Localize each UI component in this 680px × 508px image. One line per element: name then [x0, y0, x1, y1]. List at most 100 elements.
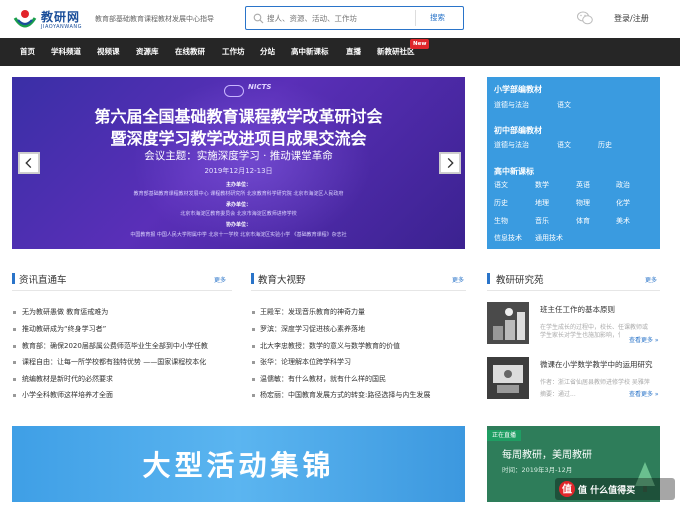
logo-mark-icon [13, 10, 37, 28]
vision-item[interactable]: 王殿军：发现音乐教育的神奇力量 [260, 307, 465, 317]
banner-prev-arrow-icon[interactable] [18, 152, 40, 174]
nav-live[interactable]: 直播 [346, 38, 361, 66]
nav-high-school-standard[interactable]: 高中新课标 [291, 38, 329, 66]
news-item[interactable]: 小学全科教师这样培养才全面 [22, 390, 232, 400]
bullet-dot [252, 311, 255, 314]
vision-item[interactable]: 北大李忠教授：数学的意义与数学教育的价值 [260, 341, 465, 351]
research-item-title[interactable]: 微课在小学数学教学中的运用研究 [540, 359, 660, 370]
high-subject-link[interactable]: 音乐 [535, 216, 549, 226]
middle-subject-link[interactable]: 历史 [598, 140, 612, 150]
search-input[interactable] [267, 10, 427, 26]
high-school-standard-title[interactable]: 高中新课标 [494, 166, 534, 177]
bullet-dot [13, 394, 16, 397]
nav-workshop[interactable]: 工作坊 [222, 38, 245, 66]
event-title: 大型活动集锦 [142, 449, 335, 482]
vision-item[interactable]: 温儒敏：有什么教材，就有什么样的国民 [260, 374, 465, 384]
high-subject-link[interactable]: 地理 [535, 198, 549, 208]
high-subject-link[interactable]: 体育 [576, 216, 590, 226]
news-item[interactable]: 教育部：确保2020届部属公费师范毕业生全部到中小学任教 [22, 341, 232, 351]
research-more-link[interactable]: 更多 [645, 275, 657, 284]
news-more-link[interactable]: 更多 [214, 275, 226, 284]
search-button[interactable]: 搜索 [415, 10, 459, 26]
login-register-link[interactable]: 登录/注册 [614, 13, 649, 24]
wechat-icon[interactable] [577, 11, 593, 25]
high-subject-link[interactable]: 英语 [576, 180, 590, 190]
live-badge: 正在直播 [487, 430, 522, 441]
research-section-title: 教研研究苑 [496, 275, 544, 286]
vision-more-link[interactable]: 更多 [452, 275, 464, 284]
middle-subject-link[interactable]: 道德与法治 [494, 140, 529, 150]
primary-subject-link[interactable]: 语文 [557, 100, 571, 110]
bullet-dot [13, 378, 16, 381]
research-item-desc: 学生家长对学生也施加影响，但... [540, 332, 620, 339]
bullet-dot [252, 328, 255, 331]
high-subject-link[interactable]: 通用技术 [535, 233, 563, 243]
new-badge: New [410, 39, 430, 49]
middle-subject-link[interactable]: 语文 [557, 140, 571, 150]
hero-banner[interactable]: NICTS 第六届全国基础教育课程教学改革研讨会 暨深度学习教学改进项目成果交流… [12, 77, 465, 249]
research-thumbnail-2[interactable] [487, 357, 529, 399]
logo-english: JIAOYANWANG [41, 24, 82, 30]
news-divider [12, 290, 232, 291]
research-item-desc: 作者：浙江省仙居县教师进修学校 吴雅萍 [540, 379, 650, 386]
vision-item[interactable]: 罗滨：深度学习促进核心素养落地 [260, 324, 465, 334]
banner-organizer-label: 主办单位： [225, 182, 251, 188]
news-item[interactable]: 无为教研愚做 教育惩戒难为 [22, 307, 232, 317]
nav-online-research[interactable]: 在线教研 [175, 38, 205, 66]
research-thumbnail-1[interactable] [487, 302, 529, 344]
high-subject-link[interactable]: 数学 [535, 180, 549, 190]
vision-section-bar [251, 273, 254, 284]
banner-co-orgs: 中国教育报 中国人民大学附属中学 北京十一学校 北京市海淀区实验小学 《基础教育… [130, 232, 347, 238]
research-item-desc: 摘要：通过... [540, 391, 576, 398]
research-view-more-link[interactable]: 查看更多 » [629, 335, 659, 344]
banner-co-label: 协办单位： [225, 222, 251, 228]
event-highlights-banner[interactable]: 大型活动集锦 [12, 426, 465, 502]
high-subject-link[interactable]: 美术 [616, 216, 630, 226]
middle-textbook-title[interactable]: 初中部编教材 [494, 125, 542, 136]
research-divider [487, 290, 660, 291]
vision-item[interactable]: 杨宏丽：中国教育发展方式的转变:路径选择与内生发展 [260, 390, 465, 400]
nav-video-course[interactable]: 视频课 [97, 38, 120, 66]
bullet-dot [252, 361, 255, 364]
high-subject-link[interactable]: 化学 [616, 198, 630, 208]
high-subject-link[interactable]: 语文 [494, 180, 508, 190]
nav-branch[interactable]: 分站 [260, 38, 275, 66]
banner-organizers: 教育部基础教育课程教材发展中心 课程教材研究所 北京教育科学研究院 北京市海淀区… [133, 191, 344, 197]
banner-next-arrow-icon[interactable] [439, 152, 461, 174]
news-item[interactable]: 推动教研成为“终身学习者” [22, 324, 232, 334]
high-subject-link[interactable]: 政治 [616, 180, 630, 190]
primary-textbook-title[interactable]: 小学部编教材 [494, 84, 542, 95]
logo-name: 教研网 [41, 10, 81, 24]
main-nav: 首页 学科频道 视频课 资源库 在线教研 工作坊 分站 高中新课标 直播 新教研… [0, 38, 680, 66]
research-view-more-link[interactable]: 查看更多 » [629, 389, 659, 398]
news-item[interactable]: 课程自由：让每一所学校都有独特优势 ——国家课程校本化 [22, 357, 232, 367]
nav-research-community[interactable]: 新教研社区 [377, 38, 415, 66]
vision-item[interactable]: 张华：论理解本位跨学科学习 [260, 357, 465, 367]
news-section-bar [12, 273, 15, 284]
banner-theme: 会议主题：实施深度学习 · 推动课堂革命 [144, 150, 333, 162]
site-logo[interactable]: 教研网 JIAOYANWANG [12, 6, 92, 34]
research-item-title[interactable]: 班主任工作的基本原则 [540, 304, 658, 315]
primary-subject-link[interactable]: 道德与法治 [494, 100, 529, 110]
news-item[interactable]: 统编教材是新时代的必然要求 [22, 374, 232, 384]
bullet-dot [252, 345, 255, 348]
nav-resource-library[interactable]: 资源库 [136, 38, 159, 66]
svg-text:值: 值 [562, 483, 572, 496]
high-subject-link[interactable]: 生物 [494, 216, 508, 226]
bullet-dot [252, 378, 255, 381]
conference-logo-icon [224, 85, 244, 97]
banner-title-line2: 暨深度学习教学改进项目成果交流会 [110, 129, 367, 148]
nav-subject-channel[interactable]: 学科频道 [51, 38, 81, 66]
high-subject-link[interactable]: 物理 [576, 198, 590, 208]
vision-divider [251, 290, 466, 291]
high-subject-link[interactable]: 历史 [494, 198, 508, 208]
research-section-bar [487, 273, 490, 284]
bullet-dot [13, 311, 16, 314]
live-title: 每周教研，美周教研 [502, 450, 592, 461]
banner-undertaker-label: 承办单位： [225, 202, 251, 208]
search-icon [253, 13, 264, 24]
high-subject-link[interactable]: 信息技术 [494, 233, 522, 243]
vision-section-title: 教育大视野 [258, 275, 306, 286]
nav-home[interactable]: 首页 [20, 38, 35, 66]
site-header: 教研网 JIAOYANWANG 教育部基础教育课程教材发展中心指导 搜索 登录/… [0, 0, 680, 38]
